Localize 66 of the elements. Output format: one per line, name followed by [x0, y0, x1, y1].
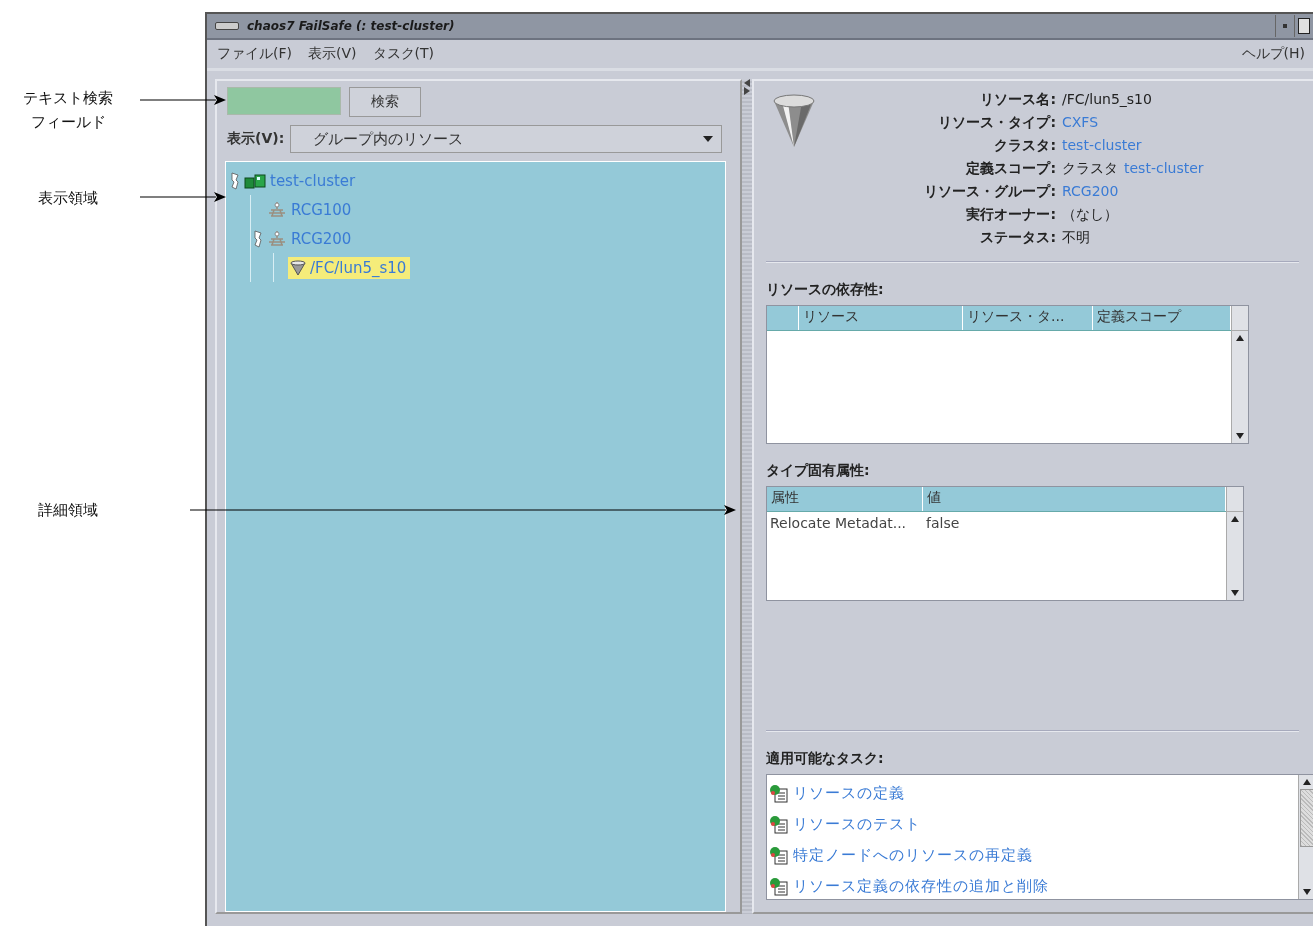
- property-label: リソース・タイプ:: [937, 113, 1056, 132]
- property-label: ステータス:: [979, 228, 1056, 247]
- task-icon: [769, 814, 789, 835]
- scroll-down-icon[interactable]: [1303, 889, 1311, 895]
- scrollbar[interactable]: [1298, 775, 1313, 899]
- property-label: 実行オーナー:: [965, 205, 1056, 224]
- view-label: 表示(V):: [227, 130, 285, 148]
- dropdown-arrow-icon: [703, 136, 713, 142]
- column-header[interactable]: リソース: [799, 306, 963, 330]
- table-cell-text: false: [925, 514, 961, 533]
- expand-icon[interactable]: [230, 171, 240, 190]
- tree-item[interactable]: RCG100: [265, 198, 356, 221]
- property-label: 定義スコープ:: [965, 159, 1056, 178]
- section-title: 適用可能なタスク:: [766, 750, 885, 768]
- tree-item[interactable]: RCG200: [265, 227, 356, 250]
- property-label: クラスタ:: [993, 136, 1056, 155]
- property-value: クラスタ: [1062, 159, 1118, 178]
- property-link[interactable]: test-cluster: [1124, 158, 1204, 178]
- menu-item[interactable]: タスク(T): [372, 43, 434, 65]
- splitter-handle[interactable]: [742, 79, 752, 914]
- cone-icon: [772, 93, 816, 149]
- callout-label: フィールド: [30, 112, 106, 133]
- callout-label: 表示領域: [38, 188, 98, 209]
- callout-label: 詳細領域: [38, 500, 98, 521]
- task-link[interactable]: リソース定義の依存性の追加と削除: [793, 877, 1049, 896]
- menu-item[interactable]: ファイル(F): [217, 43, 292, 65]
- cone-icon: [290, 259, 306, 276]
- menu-item[interactable]: 表示(V): [308, 43, 357, 65]
- scroll-up-icon[interactable]: [1303, 779, 1311, 785]
- view-dropdown[interactable]: グループ内のリソース: [290, 125, 722, 153]
- search-field[interactable]: [227, 87, 341, 115]
- property-link[interactable]: CXFS: [1062, 112, 1099, 132]
- property-link[interactable]: RCG200: [1062, 181, 1119, 201]
- scroll-up-icon[interactable]: [1231, 516, 1239, 522]
- property-value: （なし）: [1062, 205, 1118, 224]
- scroll-down-icon[interactable]: [1231, 590, 1239, 596]
- callout-label: テキスト検索: [23, 88, 113, 109]
- cluster-icon: [244, 172, 266, 189]
- task-link[interactable]: リソースの定義: [793, 784, 905, 803]
- scroll-up-icon[interactable]: [1236, 335, 1244, 341]
- expand-icon[interactable]: [253, 229, 263, 248]
- column-header[interactable]: リソース・タ...: [963, 306, 1093, 330]
- maximize-button[interactable]: [1294, 15, 1313, 37]
- property-value: 不明: [1062, 228, 1090, 247]
- window-title: chaos7 FailSafe (: test-cluster): [247, 19, 455, 33]
- section-title: リソースの依存性:: [766, 281, 885, 299]
- group-icon: [267, 200, 287, 219]
- table-cell-text: Relocate Metadat...: [769, 514, 908, 533]
- tree-item[interactable]: test-cluster: [242, 169, 360, 192]
- task-link[interactable]: リソースのテスト: [793, 815, 921, 834]
- property-label: リソース名:: [979, 90, 1056, 109]
- help-menu[interactable]: ヘルプ(H): [1241, 43, 1305, 65]
- section-title: タイプ固有属性:: [766, 462, 871, 480]
- property-link[interactable]: test-cluster: [1062, 135, 1142, 155]
- search-button[interactable]: 検索: [349, 87, 421, 117]
- property-label: リソース・グループ:: [923, 182, 1056, 201]
- scroll-down-icon[interactable]: [1236, 433, 1244, 439]
- window-menu-button[interactable]: [215, 22, 239, 30]
- task-icon: [769, 876, 789, 897]
- task-link[interactable]: 特定ノードへのリソースの再定義: [793, 846, 1033, 865]
- column-header[interactable]: 属性: [767, 487, 923, 511]
- task-icon: [769, 783, 789, 804]
- property-value: /FC/lun5_s10: [1062, 90, 1152, 109]
- task-icon: [769, 845, 789, 866]
- group-icon: [267, 229, 287, 248]
- tree-item[interactable]: /FC/lun5_s10: [288, 256, 411, 279]
